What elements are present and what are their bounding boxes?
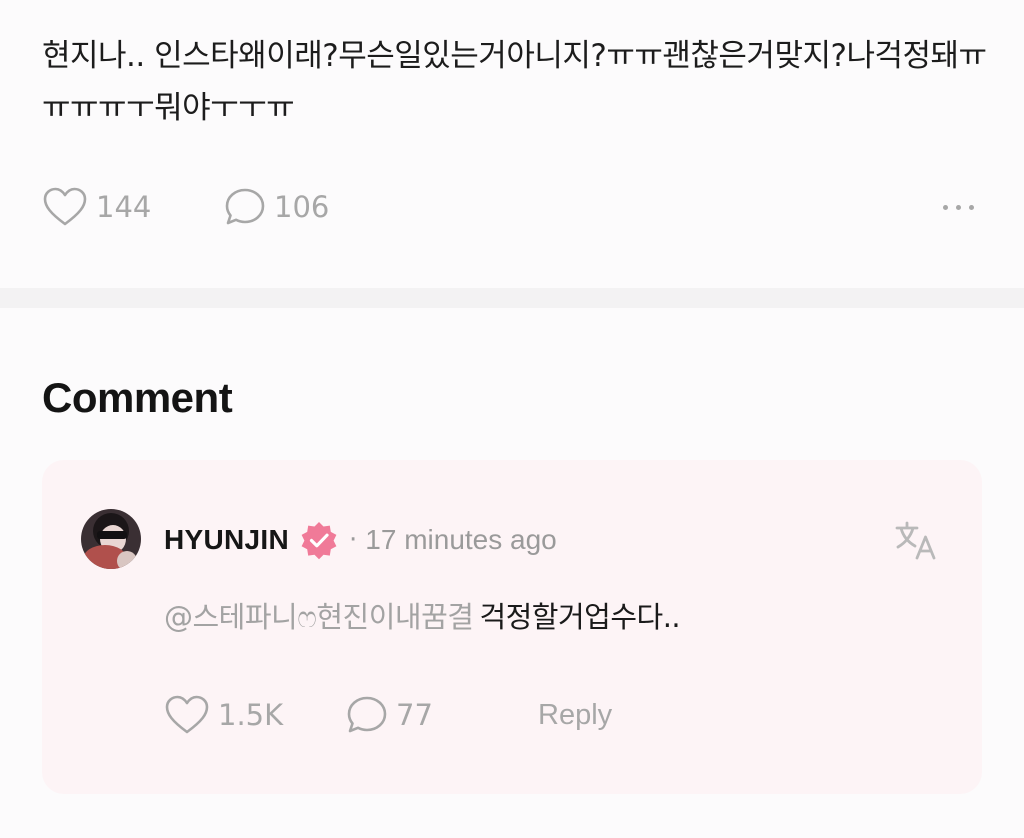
post-comment-count: 106 [274,190,330,224]
comment-text: 걱정할거업수다.. [479,600,681,634]
author-name[interactable]: HYUNJIN [164,524,289,556]
speech-bubble-icon [347,696,387,733]
comment-like-count: 1.5K [218,698,284,732]
meta-separator: · [349,525,358,555]
reply-button[interactable]: Reply [538,690,612,740]
verified-badge-icon [301,522,337,560]
more-horizontal-icon-dot [969,204,974,210]
translate-icon [895,521,936,560]
comment-meta: HYUNJIN · 17 minutes ago [164,517,557,563]
speech-bubble-icon [225,188,265,225]
avatar[interactable] [81,509,141,569]
more-options-button[interactable] [943,182,974,232]
comment-like-button[interactable]: 1.5K [164,690,283,740]
more-horizontal-icon [943,204,948,210]
comment-actions: 1.5K 77 Reply [164,690,864,740]
section-divider [0,288,1024,308]
more-horizontal-icon-dot [956,204,961,210]
post-like-count: 144 [96,190,152,224]
mention-link[interactable]: @스테파니ෆ현진이내꿈결 [164,600,474,634]
comment-card: HYUNJIN · 17 minutes ago @스테파니ෆ현진이내꿈결 걱정할… [42,460,982,794]
comment-body: @스테파니ෆ현진이내꿈결 걱정할거업수다.. [164,594,681,636]
comments-heading: Comment [42,374,233,421]
post-actions: 144 106 [42,182,982,232]
translate-button[interactable] [894,520,938,566]
comment-replies-button[interactable]: 77 [346,690,433,740]
comment-timestamp: 17 minutes ago [365,524,557,555]
post-text: 현지나.. 인스타왜이래?무슨일있는거아니지?ㅠㅠ괜찮은거맞지?나걱정돼ㅠㅠㅠㅠ… [42,38,987,126]
post-comment-button[interactable]: 106 [224,182,329,232]
avatar-image [81,509,141,569]
heart-outline-icon [43,187,87,226]
post: 현지나.. 인스타왜이래?무슨일있는거아니지?ㅠㅠ괜찮은거맞지?나걱정돼ㅠㅠㅠㅠ… [0,0,1024,288]
post-like-button[interactable]: 144 [42,182,151,232]
comment-reply-count: 77 [396,698,433,732]
heart-outline-icon [165,695,209,734]
